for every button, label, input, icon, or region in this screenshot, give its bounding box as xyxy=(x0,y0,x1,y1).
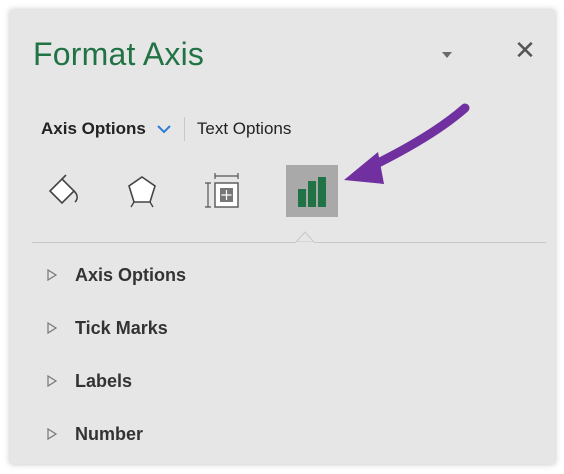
annotation-arrow-icon xyxy=(344,103,470,184)
